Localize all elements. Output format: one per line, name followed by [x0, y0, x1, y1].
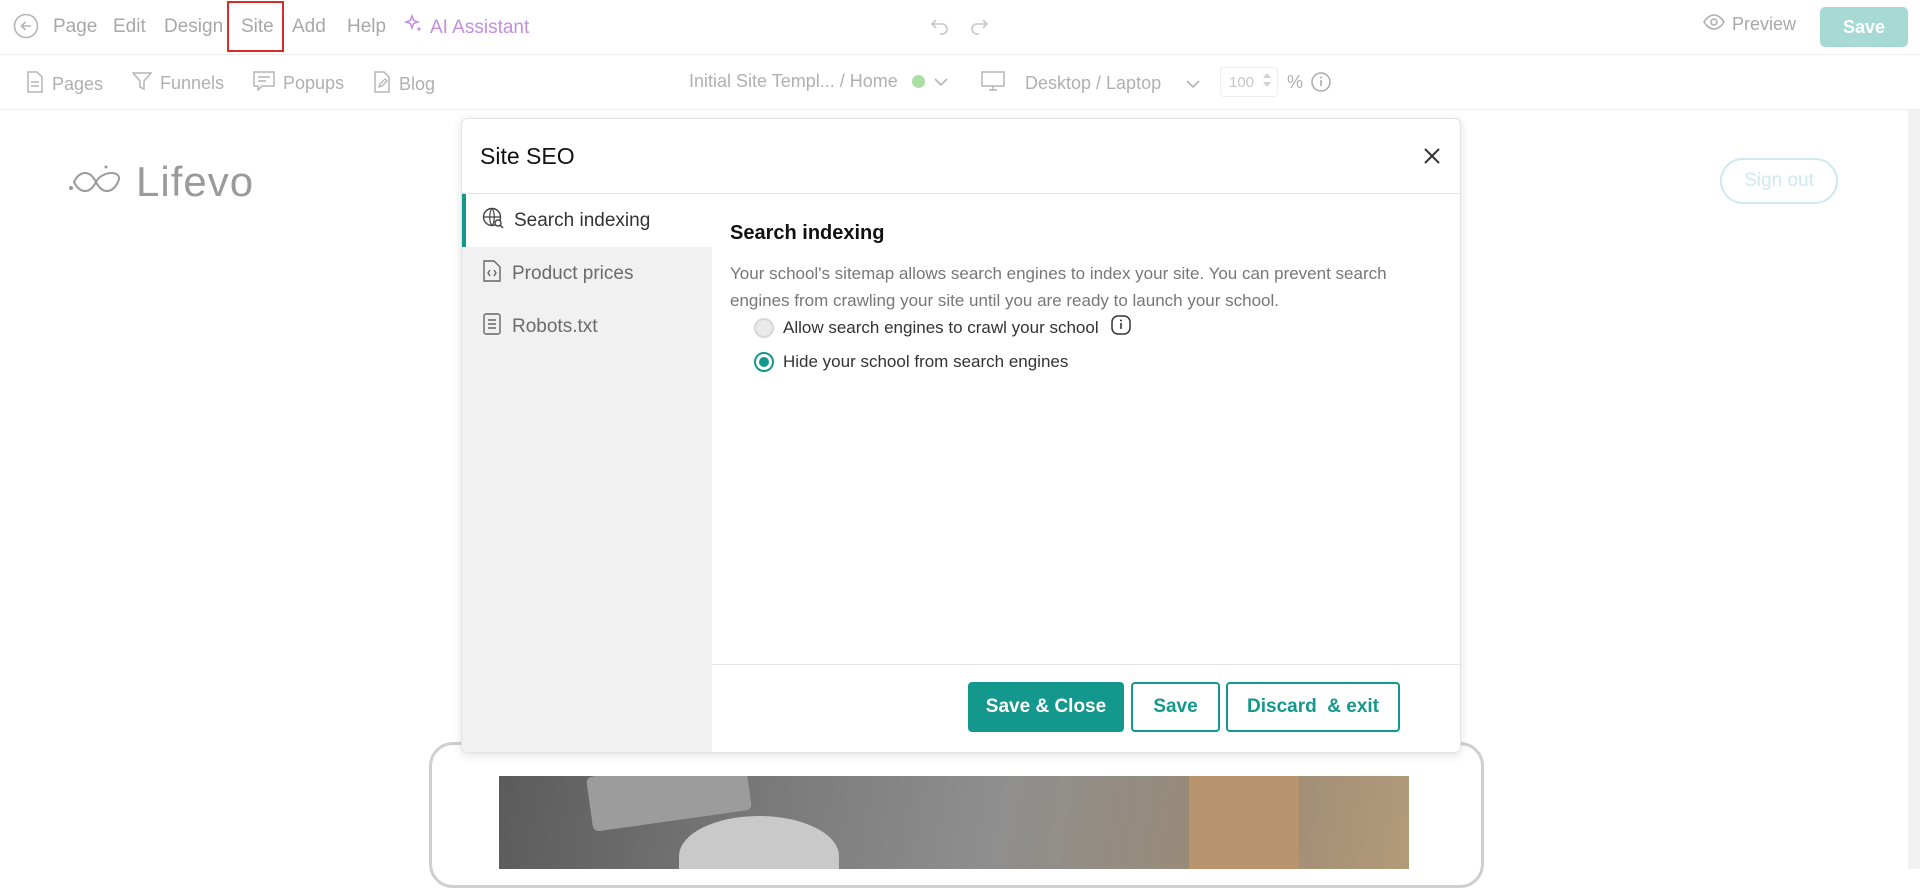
site-menu-highlight — [227, 1, 284, 52]
popups-button[interactable]: Popups — [253, 71, 344, 96]
preview-button[interactable]: Preview — [1703, 14, 1796, 35]
modal-title: Site SEO — [480, 143, 575, 169]
discard-exit-button[interactable]: Discard & exit — [1226, 682, 1400, 732]
close-icon[interactable] — [1419, 143, 1445, 169]
modal-header: Site SEO — [462, 119, 1460, 194]
blog-label: Blog — [399, 74, 436, 94]
pages-label: Pages — [52, 74, 104, 94]
modal-content: Search indexing Your school's sitemap al… — [712, 194, 1460, 752]
logo-text: Lifevo — [136, 158, 255, 205]
device-selector[interactable]: Desktop / Laptop — [981, 71, 1201, 96]
tab-label: Robots.txt — [512, 315, 598, 337]
option-label: Hide your school from search engines — [783, 352, 1069, 371]
chevron-down-icon — [1185, 73, 1201, 94]
popup-icon — [253, 71, 275, 96]
blog-icon — [373, 71, 391, 98]
footer-divider — [712, 664, 1460, 665]
top-menu-bar: Page Edit Design Site Add Help AI Assist… — [0, 0, 1920, 55]
radio-hide-school[interactable] — [754, 352, 774, 372]
tab-search-indexing[interactable]: Search indexing — [462, 194, 712, 247]
undo-icon[interactable] — [929, 14, 951, 44]
back-icon[interactable] — [13, 13, 39, 47]
zoom-unit: % — [1287, 72, 1304, 92]
document-icon — [482, 312, 502, 341]
option-label: Allow search engines to crawl your schoo… — [783, 317, 1099, 337]
secondary-toolbar: Pages Funnels Popups Blog Initial Site T… — [0, 55, 1920, 110]
ai-assistant-label: AI Assistant — [430, 17, 530, 38]
sparkle-icon — [403, 13, 424, 42]
page-icon — [26, 71, 44, 98]
status-dot — [911, 75, 925, 88]
menu-design[interactable]: Design — [164, 14, 223, 40]
option-hide-school[interactable]: Hide your school from search engines — [754, 352, 1068, 372]
canvas-scrollbar[interactable] — [1908, 110, 1920, 869]
sign-out-button[interactable]: Sign out — [1720, 158, 1838, 204]
option-allow-crawl[interactable]: Allow search engines to crawl your schoo… — [754, 315, 1131, 340]
blog-button[interactable]: Blog — [373, 71, 435, 98]
zoom-value: 100 — [1229, 73, 1255, 91]
menu-help[interactable]: Help — [347, 14, 386, 40]
device-label: Desktop / Laptop — [1025, 73, 1162, 93]
tab-product-prices[interactable]: Product prices — [462, 247, 712, 300]
funnels-label: Funnels — [160, 73, 225, 93]
redo-icon[interactable] — [968, 14, 990, 44]
funnels-button[interactable]: Funnels — [131, 71, 225, 96]
menu-add[interactable]: Add — [292, 14, 326, 40]
eye-icon — [1703, 14, 1725, 35]
info-icon[interactable] — [1110, 315, 1131, 340]
info-icon[interactable] — [1311, 72, 1331, 92]
chevron-down-icon — [933, 71, 949, 92]
tab-robots-txt[interactable]: Robots.txt — [462, 300, 712, 353]
tab-label: Product prices — [512, 262, 634, 284]
code-file-icon — [482, 259, 502, 288]
menu-edit[interactable]: Edit — [113, 14, 146, 40]
popups-label: Popups — [283, 73, 345, 93]
site-seo-modal: Site SEO Search indexing Product prices … — [461, 118, 1461, 753]
menu-page[interactable]: Page — [53, 14, 97, 40]
save-close-button[interactable]: Save & Close — [968, 682, 1124, 732]
save-button[interactable]: Save — [1131, 682, 1220, 732]
desktop-icon — [981, 71, 1005, 96]
infinity-logo-icon — [68, 158, 128, 206]
section-title: Search indexing — [730, 222, 885, 244]
tab-label: Search indexing — [514, 209, 651, 231]
ai-assistant-button[interactable]: AI Assistant — [403, 13, 530, 42]
page-selector[interactable]: Initial Site Templ... / Home — [689, 71, 949, 92]
top-save-button[interactable]: Save — [1820, 7, 1908, 47]
site-logo: Lifevo — [68, 158, 254, 206]
section-description: Your school's sitemap allows search engi… — [730, 264, 1387, 310]
zoom-input[interactable]: 100 — [1220, 67, 1278, 97]
pages-button[interactable]: Pages — [26, 71, 103, 98]
preview-label: Preview — [1732, 14, 1797, 34]
modal-sidebar: Search indexing Product prices Robots.tx… — [462, 194, 712, 752]
stepper-arrows-icon[interactable] — [1262, 70, 1272, 94]
globe-search-icon — [482, 207, 504, 235]
hero-image — [499, 776, 1409, 869]
page-selector-label: Initial Site Templ... / Home — [689, 71, 898, 91]
radio-allow-crawl[interactable] — [754, 317, 774, 338]
funnel-icon — [131, 71, 153, 96]
